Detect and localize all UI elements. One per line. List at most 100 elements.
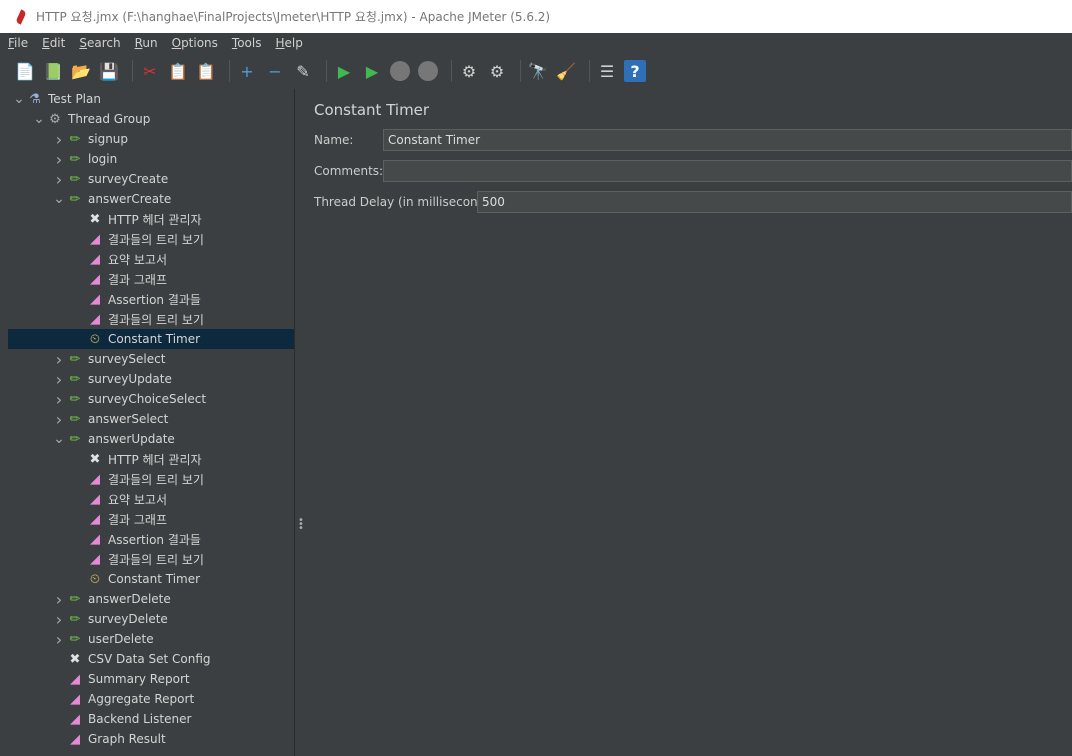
- search-icon[interactable]: 🔭: [527, 60, 549, 82]
- tree-node[interactable]: › ✏ surveyChoiceSelect: [8, 389, 294, 409]
- tree-node[interactable]: › ✏ surveyCreate: [8, 169, 294, 189]
- toolbar-separator: [589, 60, 590, 82]
- sampler-icon: ✏: [69, 631, 81, 647]
- tree-node-label: CSV Data Set Config: [88, 652, 211, 666]
- new-icon[interactable]: 📄: [14, 60, 36, 82]
- sampler-icon: ✏: [69, 191, 81, 207]
- tree-node-label: Test Plan: [48, 92, 101, 106]
- expand-icon[interactable]: +: [236, 60, 258, 82]
- tree-node[interactable]: ◢ 결과 그래프: [8, 509, 294, 529]
- tree-node[interactable]: ◢ 요약 보고서: [8, 489, 294, 509]
- chart-icon: ◢: [90, 291, 100, 307]
- tree-node[interactable]: ◢ Assertion 결과들: [8, 289, 294, 309]
- clear-icon[interactable]: ⚙: [458, 60, 480, 82]
- tree-node[interactable]: › ✏ surveyDelete: [8, 609, 294, 629]
- toggle-icon[interactable]: ✎: [292, 60, 314, 82]
- tree-node[interactable]: ⌄ ⚙ Thread Group: [8, 109, 294, 129]
- tree-node[interactable]: ◢ Assertion 결과들: [8, 529, 294, 549]
- tree-node-label: 결과들의 트리 보기: [108, 552, 204, 567]
- shutdown-icon[interactable]: [417, 60, 439, 82]
- tree-node[interactable]: › ✏ login: [8, 149, 294, 169]
- paste-icon[interactable]: 📋: [195, 60, 217, 82]
- collapse-icon[interactable]: −: [264, 60, 286, 82]
- clear-all-icon[interactable]: ⚙: [486, 60, 508, 82]
- tree-node-label: answerDelete: [88, 592, 171, 606]
- chevron-down-icon[interactable]: ⌄: [52, 431, 66, 447]
- tree-node[interactable]: ✖ CSV Data Set Config: [8, 649, 294, 669]
- name-field[interactable]: Constant Timer: [383, 129, 1072, 151]
- tree-node[interactable]: › ✏ signup: [8, 129, 294, 149]
- tree-node-label: Thread Group: [68, 112, 151, 126]
- menu-options[interactable]: Options: [170, 36, 220, 50]
- tree-node[interactable]: › ✏ answerDelete: [8, 589, 294, 609]
- chevron-right-icon[interactable]: ›: [52, 370, 66, 389]
- chevron-right-icon[interactable]: ›: [52, 410, 66, 429]
- tree-node[interactable]: ◢ Summary Report: [8, 669, 294, 689]
- tree-node[interactable]: ◢ 결과들의 트리 보기: [8, 229, 294, 249]
- menu-run[interactable]: Run: [133, 36, 160, 50]
- menu-help[interactable]: Help: [274, 36, 305, 50]
- tree-node[interactable]: › ✏ userDelete: [8, 629, 294, 649]
- tree-node[interactable]: ⌄ ✏ answerCreate: [8, 189, 294, 209]
- menu-tools[interactable]: Tools: [230, 36, 264, 50]
- save-icon[interactable]: 💾: [98, 60, 120, 82]
- tools-icon: ✖: [69, 651, 81, 667]
- tree-node[interactable]: ✖ HTTP 헤더 관리자: [8, 449, 294, 469]
- tree-node[interactable]: ✖ HTTP 헤더 관리자: [8, 209, 294, 229]
- start-no-pause-icon[interactable]: ▶: [361, 60, 383, 82]
- sampler-icon: ✏: [69, 131, 81, 147]
- chart-icon: ◢: [90, 231, 100, 247]
- chevron-down-icon[interactable]: ⌄: [12, 91, 26, 107]
- toolbar-separator: [451, 60, 452, 82]
- panel-title: Constant Timer: [314, 101, 430, 119]
- tree-node-label: surveyDelete: [88, 612, 168, 626]
- chart-icon: ◢: [70, 711, 80, 727]
- chevron-right-icon[interactable]: ›: [52, 350, 66, 369]
- tree-node[interactable]: ◢ 결과들의 트리 보기: [8, 309, 294, 329]
- stop-icon-shape: [390, 61, 410, 81]
- chevron-right-icon[interactable]: ›: [52, 130, 66, 149]
- tree-node[interactable]: ⌄ ✏ answerUpdate: [8, 429, 294, 449]
- tree-node[interactable]: ⌄ ⚗ Test Plan: [8, 89, 294, 109]
- tree-node[interactable]: ◢ Backend Listener: [8, 709, 294, 729]
- reset-search-icon[interactable]: 🧹: [555, 60, 577, 82]
- sampler-icon: ✏: [69, 431, 81, 447]
- tree-node[interactable]: › ✏ surveySelect: [8, 349, 294, 369]
- menu-file[interactable]: File: [6, 36, 30, 50]
- chevron-right-icon[interactable]: ›: [52, 590, 66, 609]
- tree-node[interactable]: ◢ 결과들의 트리 보기: [8, 469, 294, 489]
- open-icon[interactable]: 📂: [70, 60, 92, 82]
- tree-node[interactable]: ⏲ Constant Timer: [8, 329, 294, 349]
- menu-edit[interactable]: Edit: [40, 36, 67, 50]
- chevron-right-icon[interactable]: ›: [52, 170, 66, 189]
- tree-node[interactable]: ◢ 결과들의 트리 보기: [8, 549, 294, 569]
- chart-icon: ◢: [70, 731, 80, 747]
- chart-icon: ◢: [90, 271, 100, 287]
- start-icon[interactable]: ▶: [333, 60, 355, 82]
- thread-delay-field[interactable]: 500: [477, 191, 1072, 213]
- chart-icon: ◢: [90, 531, 100, 547]
- tree-node[interactable]: ◢ 요약 보고서: [8, 249, 294, 269]
- cut-icon[interactable]: ✂: [139, 60, 161, 82]
- function-helper-icon[interactable]: ☰: [596, 60, 618, 82]
- templates-icon[interactable]: 📗: [42, 60, 64, 82]
- copy-icon[interactable]: 📋: [167, 60, 189, 82]
- tree-node[interactable]: ⏲ Constant Timer: [8, 569, 294, 589]
- help-icon[interactable]: ?: [624, 60, 646, 82]
- tree-node[interactable]: ◢ 결과 그래프: [8, 269, 294, 289]
- chart-icon: ◢: [90, 311, 100, 327]
- chevron-right-icon[interactable]: ›: [52, 390, 66, 409]
- chevron-down-icon[interactable]: ⌄: [52, 191, 66, 207]
- stop-icon[interactable]: [389, 60, 411, 82]
- chevron-down-icon[interactable]: ⌄: [32, 111, 46, 127]
- tree-node[interactable]: › ✏ surveyUpdate: [8, 369, 294, 389]
- comments-field[interactable]: [383, 160, 1072, 182]
- tree-node[interactable]: ◢ Aggregate Report: [8, 689, 294, 709]
- chevron-right-icon[interactable]: ›: [52, 610, 66, 629]
- menu-search[interactable]: Search: [77, 36, 122, 50]
- tree-node[interactable]: › ✏ answerSelect: [8, 409, 294, 429]
- chart-icon: ◢: [90, 511, 100, 527]
- tree-node[interactable]: ◢ Graph Result: [8, 729, 294, 749]
- chevron-right-icon[interactable]: ›: [52, 630, 66, 649]
- chevron-right-icon[interactable]: ›: [52, 150, 66, 169]
